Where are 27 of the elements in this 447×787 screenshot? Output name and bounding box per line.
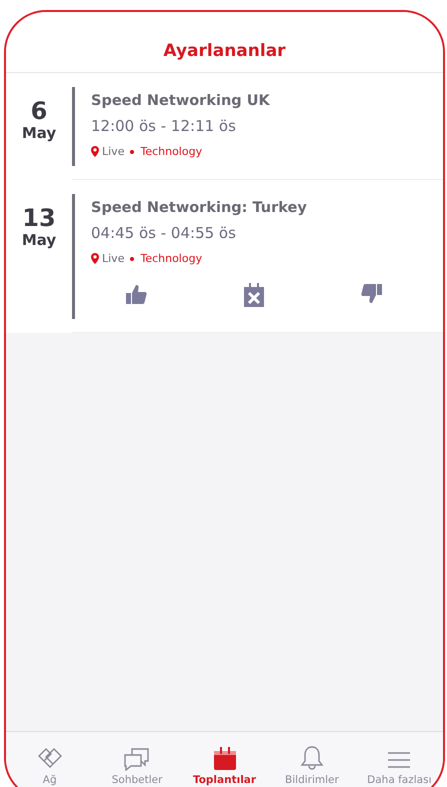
location-pin-icon — [91, 146, 99, 157]
meeting-title[interactable]: Speed Networking UK — [91, 87, 443, 109]
calendar-cancel-icon[interactable] — [243, 283, 265, 307]
tab-item[interactable]: Ağ — [6, 732, 94, 786]
tab-item[interactable]: Bildirimler — [268, 732, 356, 786]
tab-item[interactable]: Daha fazlası — [356, 732, 443, 786]
location-pin-icon — [91, 253, 99, 264]
date-month: May — [22, 231, 56, 250]
category-label: Technology — [140, 252, 202, 265]
thumbs-down-icon[interactable] — [361, 283, 383, 305]
separator-dot — [130, 150, 134, 154]
meeting-title[interactable]: Speed Networking: Turkey — [91, 194, 443, 216]
category-label: Technology — [140, 145, 202, 158]
separator-dot — [130, 256, 134, 260]
location-label: Live — [102, 145, 124, 158]
thumbs-up-icon[interactable] — [125, 283, 147, 305]
location-label: Live — [102, 252, 124, 265]
date-month: May — [22, 124, 56, 142]
chat-bubbles-icon — [123, 747, 152, 771]
calendar-icon — [212, 747, 238, 771]
tab-item[interactable]: Sohbetler — [93, 732, 181, 786]
page-title: Ayarlananlar — [163, 41, 286, 61]
date-day: 13 — [22, 206, 56, 232]
date-day: 6 — [30, 99, 48, 124]
meeting-time: 04:45 ös - 04:55 ös — [91, 224, 237, 242]
tab-item[interactable]: Toplantılar — [180, 732, 268, 786]
meeting-time: 12:00 ös - 12:11 ös — [91, 117, 237, 135]
